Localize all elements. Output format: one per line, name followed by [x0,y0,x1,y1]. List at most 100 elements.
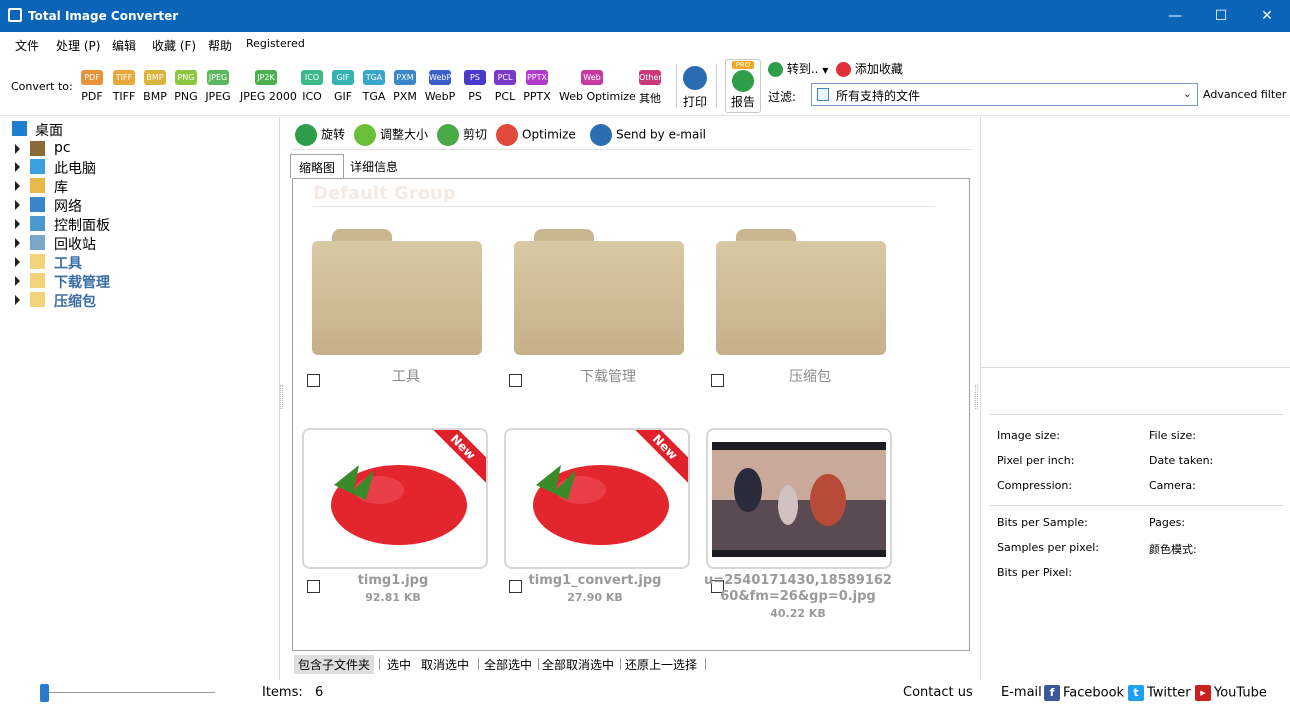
expand-arrow-icon[interactable] [15,200,20,210]
filter-select[interactable]: 所有支持的文件 ⌄ [811,83,1198,106]
tree-item[interactable]: 下载管理 [0,272,279,291]
expand-arrow-icon[interactable] [15,257,20,267]
tree-item[interactable]: 此电脑 [0,158,279,177]
zoom-slider-thumb[interactable] [40,684,49,702]
tree-item[interactable]: pc [0,140,279,159]
maximize-button[interactable]: ☐ [1198,0,1244,32]
thumbnail-view: Default Group 工具 下载管理 压缩包 New New timg1.… [292,178,970,651]
close-button[interactable]: ✕ [1244,0,1290,32]
menu-favorites[interactable]: 收藏 (F) [152,37,196,54]
convert-webp-button[interactable]: WebP WebP [420,70,460,103]
window-title: Total Image Converter [28,9,179,23]
facebook-link[interactable]: f Facebook [1044,685,1124,701]
dropdown-arrow-icon: ▼ [822,66,829,75]
tree-item[interactable]: 库 [0,177,279,196]
convert-other-button[interactable]: Other 其他 [630,70,670,106]
file-name: timg1_convert.jpg [528,573,662,588]
goto-label: 转到.. [786,62,819,76]
convert-jp2k-button[interactable]: JP2K JPEG 2000 [240,70,297,103]
expand-arrow-icon[interactable] [15,181,20,191]
twitter-link[interactable]: t Twitter [1128,685,1191,701]
email-button[interactable]: Send by e-mail [590,124,706,146]
include-subfolders-button[interactable]: 包含子文件夹 [294,655,375,674]
rotate-button[interactable]: 旋转 [295,124,345,146]
minimize-button[interactable]: — [1152,0,1198,32]
items-label: Items: [262,685,303,700]
convert-web-button[interactable]: Web Web Optimize [559,70,636,103]
deselect-all-link[interactable]: 全部取消选中 [538,655,618,674]
tree-item[interactable]: 控制面板 [0,215,279,234]
pages-label: Pages: [1149,516,1186,529]
goto-button[interactable]: 转到.. ▼ [768,60,828,77]
expand-arrow-icon[interactable] [15,219,20,229]
tree-item-label: 库 [54,180,68,196]
tree-item[interactable]: 回收站 [0,234,279,253]
filter-label: 过滤: [768,90,797,104]
tab-thumbnails[interactable]: 缩略图 [290,154,344,178]
folder-thumbnail[interactable] [716,229,886,359]
optimize-button[interactable]: Optimize [496,124,576,146]
expand-arrow-icon[interactable] [15,144,20,154]
print-label: 打印 [682,95,707,109]
tree-item[interactable]: 压缩包 [0,291,279,310]
file-size-label: File size: [1149,429,1196,442]
menu-bar: 文件 处理 (P) 编辑 收藏 (F) 帮助 Registered [0,32,1290,56]
camera-label: Camera: [1149,479,1196,492]
crop-button[interactable]: 剪切 [437,124,487,146]
resize-button[interactable]: 调整大小 [354,124,428,146]
recycle-bin-icon [30,235,45,250]
expand-arrow-icon[interactable] [15,276,20,286]
resize-icon [354,124,376,146]
print-button[interactable]: 打印 [680,66,710,110]
folder-thumbnail[interactable] [514,229,684,359]
network-icon [30,197,45,212]
splitter-grip[interactable] [975,385,978,409]
image-thumbnail[interactable]: New [302,428,488,569]
tab-details[interactable]: 详细信息 [342,154,412,178]
select-link[interactable]: 选中 [383,655,415,674]
expand-arrow-icon[interactable] [15,238,20,248]
image-thumbnail[interactable] [706,428,892,569]
format-label: JPEG 2000 [240,90,297,103]
splitter-grip[interactable] [280,385,283,409]
format-label: PPTX [523,90,551,103]
youtube-link[interactable]: ▶ YouTube [1195,685,1267,701]
tree-item[interactable]: 桌面 [0,120,279,139]
bmp-format-icon: BMP [144,70,166,85]
format-label: JPEG [205,90,231,103]
anime-image [712,442,886,557]
menu-file[interactable]: 文件 [15,37,39,54]
restore-selection-link[interactable]: 还原上一选择 [621,655,701,674]
contact-us-link[interactable]: Contact us [903,685,973,700]
format-label: PXM [393,90,417,103]
image-thumbnail[interactable]: New [504,428,690,569]
filter-value: 所有支持的文件 [836,89,921,103]
select-all-link[interactable]: 全部选中 [480,655,536,674]
info-panel: Image size: File size: Pixel per inch: D… [981,117,1290,680]
action-toolbar: 旋转 调整大小 剪切 Optimize Send by e-mail [292,118,972,150]
convert-jpeg-button[interactable]: JPEG JPEG [198,70,238,103]
report-button[interactable]: PRO 报告 [725,59,761,113]
zoom-slider-track[interactable] [45,692,215,693]
chevron-down-icon: ⌄ [1182,87,1192,100]
tree-item-label: 压缩包 [54,294,96,310]
file-size: 27.90 KB [567,591,623,604]
email-link[interactable]: E-mail [1001,685,1042,700]
convert-pptx-button[interactable]: PPTX PPTX [517,70,557,103]
menu-process[interactable]: 处理 (P) [56,37,100,54]
advanced-filter-link[interactable]: Advanced filter [1203,88,1286,101]
add-favorite-button[interactable]: 添加收藏 [836,60,903,77]
menu-edit[interactable]: 编辑 [112,37,136,54]
folder-label: 压缩包 [789,369,831,385]
action-label: 旋转 [321,127,346,142]
expand-arrow-icon[interactable] [15,162,20,172]
deselect-link[interactable]: 取消选中 [417,655,473,674]
tree-item[interactable]: 网络 [0,196,279,215]
menu-help[interactable]: 帮助 [208,37,232,54]
tree-item[interactable]: 工具 [0,253,279,272]
file-name-line1: u=2540171430,18589162 [704,573,892,588]
convert-pxm-button[interactable]: PXM PXM [385,70,425,103]
menu-registered[interactable]: Registered [246,37,305,50]
folder-thumbnail[interactable] [312,229,482,359]
expand-arrow-icon[interactable] [15,295,20,305]
